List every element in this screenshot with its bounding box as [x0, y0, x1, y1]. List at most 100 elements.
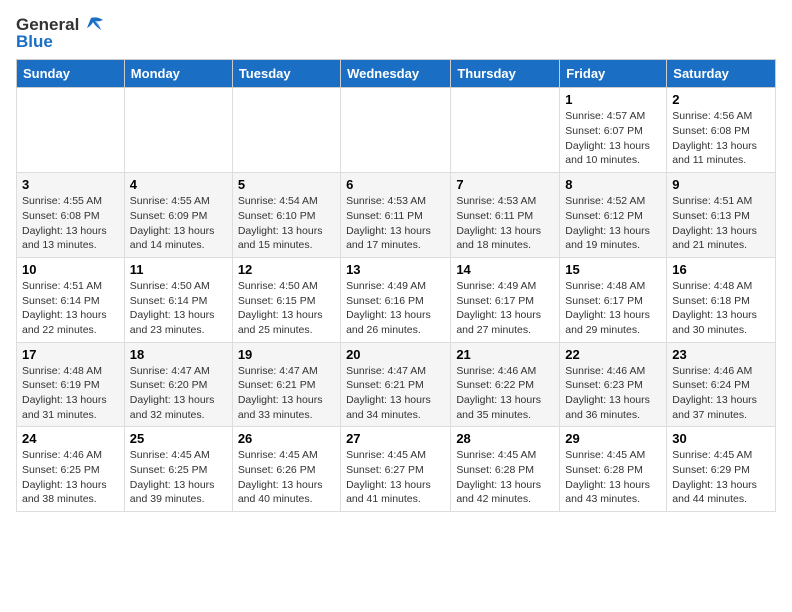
day-info: Sunrise: 4:49 AM Sunset: 6:16 PM Dayligh…: [346, 279, 445, 338]
day-number: 26: [238, 431, 335, 446]
day-info: Sunrise: 4:45 AM Sunset: 6:29 PM Dayligh…: [672, 448, 770, 507]
calendar-cell: 25 Sunrise: 4:45 AM Sunset: 6:25 PM Dayli…: [124, 427, 232, 512]
weekday-header: Saturday: [667, 60, 776, 88]
day-info: Sunrise: 4:50 AM Sunset: 6:14 PM Dayligh…: [130, 279, 227, 338]
weekday-header: Thursday: [451, 60, 560, 88]
day-info: Sunrise: 4:53 AM Sunset: 6:11 PM Dayligh…: [456, 194, 554, 253]
day-info: Sunrise: 4:48 AM Sunset: 6:17 PM Dayligh…: [565, 279, 661, 338]
calendar-cell: 30 Sunrise: 4:45 AM Sunset: 6:29 PM Dayli…: [667, 427, 776, 512]
logo-bird-icon: [81, 16, 103, 34]
day-info: Sunrise: 4:45 AM Sunset: 6:26 PM Dayligh…: [238, 448, 335, 507]
day-info: Sunrise: 4:45 AM Sunset: 6:28 PM Dayligh…: [565, 448, 661, 507]
calendar-cell: 13Sunrise: 4:49 AM Sunset: 6:16 PM Dayli…: [341, 257, 451, 342]
day-info: Sunrise: 4:47 AM Sunset: 6:21 PM Dayligh…: [238, 364, 335, 423]
day-info: Sunrise: 4:45 AM Sunset: 6:28 PM Dayligh…: [456, 448, 554, 507]
day-number: 7: [456, 177, 554, 192]
day-number: 27: [346, 431, 445, 446]
calendar-cell: 20 Sunrise: 4:47 AM Sunset: 6:21 PM Dayli…: [341, 342, 451, 427]
day-number: 28: [456, 431, 554, 446]
day-info: Sunrise: 4:51 AM Sunset: 6:13 PM Dayligh…: [672, 194, 770, 253]
day-info: Sunrise: 4:52 AM Sunset: 6:12 PM Dayligh…: [565, 194, 661, 253]
calendar-cell: 29 Sunrise: 4:45 AM Sunset: 6:28 PM Dayli…: [560, 427, 667, 512]
day-info: Sunrise: 4:48 AM Sunset: 6:19 PM Dayligh…: [22, 364, 119, 423]
calendar-week-row: 17 Sunrise: 4:48 AM Sunset: 6:19 PM Dayli…: [17, 342, 776, 427]
calendar-cell: 17 Sunrise: 4:48 AM Sunset: 6:19 PM Dayli…: [17, 342, 125, 427]
calendar-cell: 2 Sunrise: 4:56 AM Sunset: 6:08 PM Daylig…: [667, 88, 776, 173]
day-info: Sunrise: 4:55 AM Sunset: 6:09 PM Dayligh…: [130, 194, 227, 253]
calendar-week-row: 10 Sunrise: 4:51 AM Sunset: 6:14 PM Dayli…: [17, 257, 776, 342]
logo: General Blue: [16, 16, 103, 51]
day-number: 25: [130, 431, 227, 446]
day-number: 1: [565, 92, 661, 107]
day-number: 12: [238, 262, 335, 277]
calendar-cell: 16 Sunrise: 4:48 AM Sunset: 6:18 PM Dayli…: [667, 257, 776, 342]
calendar-cell: [17, 88, 125, 173]
day-info: Sunrise: 4:45 AM Sunset: 6:25 PM Dayligh…: [130, 448, 227, 507]
calendar-cell: [341, 88, 451, 173]
day-info: Sunrise: 4:46 AM Sunset: 6:22 PM Dayligh…: [456, 364, 554, 423]
day-number: 4: [130, 177, 227, 192]
day-number: 29: [565, 431, 661, 446]
day-number: 16: [672, 262, 770, 277]
calendar-cell: 11 Sunrise: 4:50 AM Sunset: 6:14 PM Dayli…: [124, 257, 232, 342]
day-info: Sunrise: 4:47 AM Sunset: 6:20 PM Dayligh…: [130, 364, 227, 423]
calendar-table: SundayMondayTuesdayWednesdayThursdayFrid…: [16, 59, 776, 512]
weekday-header: Monday: [124, 60, 232, 88]
day-info: Sunrise: 4:54 AM Sunset: 6:10 PM Dayligh…: [238, 194, 335, 253]
calendar-cell: 10 Sunrise: 4:51 AM Sunset: 6:14 PM Dayli…: [17, 257, 125, 342]
day-number: 10: [22, 262, 119, 277]
calendar-cell: 22Sunrise: 4:46 AM Sunset: 6:23 PM Dayli…: [560, 342, 667, 427]
day-number: 24: [22, 431, 119, 446]
calendar-cell: 4 Sunrise: 4:55 AM Sunset: 6:09 PM Daylig…: [124, 173, 232, 258]
calendar-week-row: 24Sunrise: 4:46 AM Sunset: 6:25 PM Dayli…: [17, 427, 776, 512]
calendar-cell: 3Sunrise: 4:55 AM Sunset: 6:08 PM Daylig…: [17, 173, 125, 258]
calendar-cell: 1 Sunrise: 4:57 AM Sunset: 6:07 PM Daylig…: [560, 88, 667, 173]
day-info: Sunrise: 4:50 AM Sunset: 6:15 PM Dayligh…: [238, 279, 335, 338]
day-info: Sunrise: 4:46 AM Sunset: 6:24 PM Dayligh…: [672, 364, 770, 423]
calendar-cell: [124, 88, 232, 173]
day-info: Sunrise: 4:45 AM Sunset: 6:27 PM Dayligh…: [346, 448, 445, 507]
calendar-cell: 6Sunrise: 4:53 AM Sunset: 6:11 PM Daylig…: [341, 173, 451, 258]
calendar-cell: 18 Sunrise: 4:47 AM Sunset: 6:20 PM Dayli…: [124, 342, 232, 427]
calendar-cell: 15 Sunrise: 4:48 AM Sunset: 6:17 PM Dayli…: [560, 257, 667, 342]
day-number: 21: [456, 347, 554, 362]
calendar-cell: 24Sunrise: 4:46 AM Sunset: 6:25 PM Dayli…: [17, 427, 125, 512]
calendar-cell: 19 Sunrise: 4:47 AM Sunset: 6:21 PM Dayli…: [232, 342, 340, 427]
calendar-week-row: 1 Sunrise: 4:57 AM Sunset: 6:07 PM Daylig…: [17, 88, 776, 173]
weekday-header: Tuesday: [232, 60, 340, 88]
calendar-cell: [232, 88, 340, 173]
day-info: Sunrise: 4:49 AM Sunset: 6:17 PM Dayligh…: [456, 279, 554, 338]
day-number: 18: [130, 347, 227, 362]
day-number: 5: [238, 177, 335, 192]
weekday-header: Sunday: [17, 60, 125, 88]
calendar-cell: 14Sunrise: 4:49 AM Sunset: 6:17 PM Dayli…: [451, 257, 560, 342]
page-header: General Blue: [16, 16, 776, 51]
day-info: Sunrise: 4:48 AM Sunset: 6:18 PM Dayligh…: [672, 279, 770, 338]
day-number: 6: [346, 177, 445, 192]
logo-blue-text: Blue: [16, 33, 53, 52]
day-info: Sunrise: 4:57 AM Sunset: 6:07 PM Dayligh…: [565, 109, 661, 168]
day-number: 2: [672, 92, 770, 107]
logo-container: General Blue: [16, 16, 103, 51]
weekday-header-row: SundayMondayTuesdayWednesdayThursdayFrid…: [17, 60, 776, 88]
day-info: Sunrise: 4:51 AM Sunset: 6:14 PM Dayligh…: [22, 279, 119, 338]
calendar-cell: [451, 88, 560, 173]
calendar-cell: 9 Sunrise: 4:51 AM Sunset: 6:13 PM Daylig…: [667, 173, 776, 258]
day-number: 9: [672, 177, 770, 192]
day-number: 15: [565, 262, 661, 277]
day-number: 19: [238, 347, 335, 362]
calendar-cell: 26 Sunrise: 4:45 AM Sunset: 6:26 PM Dayli…: [232, 427, 340, 512]
day-info: Sunrise: 4:56 AM Sunset: 6:08 PM Dayligh…: [672, 109, 770, 168]
calendar-cell: 21 Sunrise: 4:46 AM Sunset: 6:22 PM Dayli…: [451, 342, 560, 427]
day-number: 23: [672, 347, 770, 362]
day-number: 20: [346, 347, 445, 362]
day-number: 17: [22, 347, 119, 362]
day-info: Sunrise: 4:47 AM Sunset: 6:21 PM Dayligh…: [346, 364, 445, 423]
day-info: Sunrise: 4:55 AM Sunset: 6:08 PM Dayligh…: [22, 194, 119, 253]
calendar-cell: 27 Sunrise: 4:45 AM Sunset: 6:27 PM Dayli…: [341, 427, 451, 512]
day-number: 11: [130, 262, 227, 277]
calendar-cell: 12 Sunrise: 4:50 AM Sunset: 6:15 PM Dayli…: [232, 257, 340, 342]
weekday-header: Wednesday: [341, 60, 451, 88]
day-number: 30: [672, 431, 770, 446]
calendar-cell: 23 Sunrise: 4:46 AM Sunset: 6:24 PM Dayli…: [667, 342, 776, 427]
